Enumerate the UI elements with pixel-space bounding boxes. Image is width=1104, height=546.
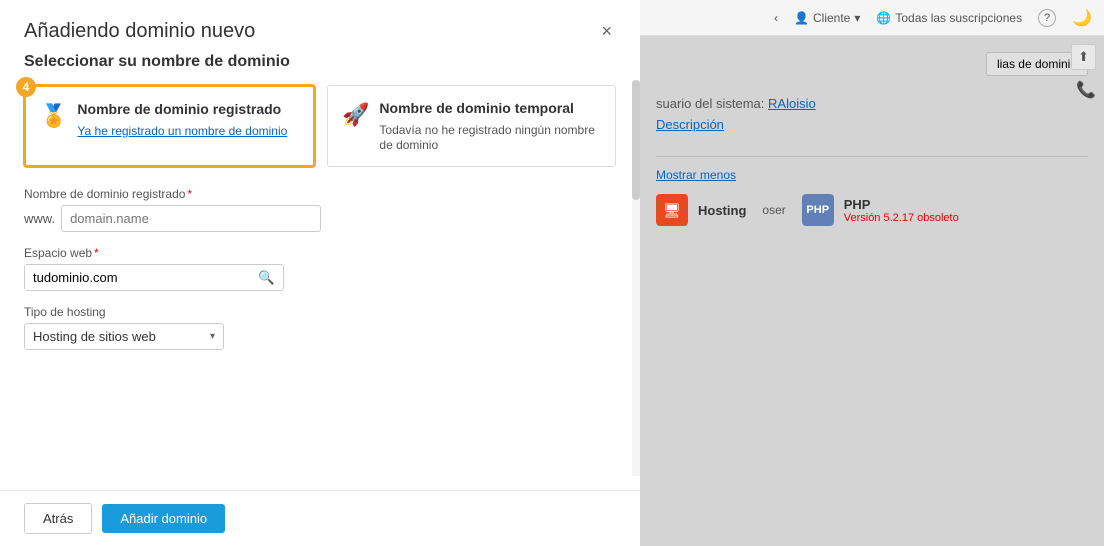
modal-title: Añadiendo dominio nuevo — [24, 20, 255, 43]
search-icon: 🔍 — [258, 270, 275, 285]
webspace-input[interactable] — [25, 265, 250, 290]
globe-icon: 🌐 — [876, 11, 891, 25]
info-section: suario del sistema: RAloisio Descripción — [656, 88, 1088, 146]
phone-icon[interactable]: 📞 — [1076, 80, 1096, 100]
description-row: Descripción — [656, 117, 1088, 132]
option-temp-title: Nombre de dominio temporal — [379, 100, 601, 116]
php-icon: PHP — [802, 194, 834, 226]
option-registered[interactable]: 4 🏅 Nombre de dominio registrado Ya he r… — [24, 85, 315, 167]
hosting-label: Hosting — [698, 203, 746, 218]
top-bar: ‹ 👤 Cliente ▾ 🌐 Todas las suscripciones … — [640, 0, 1104, 36]
system-user-label: suario del sistema: — [656, 96, 768, 111]
hosting-type-label: Tipo de hosting — [24, 305, 616, 319]
php-version: Versión 5.2.17 obsoleto — [844, 212, 959, 224]
php-label: PHP — [844, 197, 959, 212]
section-title: Seleccionar su nombre de dominio — [24, 53, 616, 71]
hosting-type-field-group: Tipo de hosting Hosting de sitios web ▾ — [24, 305, 616, 350]
hosting-icon: 🖥 — [656, 194, 688, 226]
show-less-button[interactable]: Mostrar menos — [656, 168, 736, 182]
domain-name-field-group: Nombre de dominio registrado* www. — [24, 187, 616, 232]
domain-input[interactable] — [61, 205, 321, 232]
php-card-content: PHP Versión 5.2.17 obsoleto — [844, 197, 959, 224]
domain-prefix: www. — [24, 211, 55, 226]
cards-row: 🖥 Hosting oser PHP PHP Versión 5.2.17 ob… — [656, 194, 1088, 226]
domain-options: 4 🏅 Nombre de dominio registrado Ya he r… — [24, 85, 616, 167]
hosting-type-dropdown[interactable]: Hosting de sitios web ▾ — [24, 323, 224, 350]
chevron-left-icon: ‹ — [774, 11, 778, 25]
domain-field-label: Nombre de dominio registrado* — [24, 187, 616, 201]
modal-header: Añadiendo dominio nuevo × — [0, 0, 640, 53]
right-content: lias de dominio suario del sistema: RAlo… — [640, 36, 1104, 546]
option-registered-title: Nombre de dominio registrado — [77, 101, 287, 117]
option-temp-content: Nombre de dominio temporal Todavía no he… — [379, 100, 601, 152]
modal-body: Seleccionar su nombre de dominio 4 🏅 Nom… — [0, 53, 640, 490]
subscriptions-menu[interactable]: 🌐 Todas las suscripciones — [876, 11, 1022, 25]
hosting-card[interactable]: 🖥 Hosting — [656, 194, 746, 226]
option-temp-inner: 🚀 Nombre de dominio temporal Todavía no … — [342, 100, 601, 152]
webspace-field-group: Espacio web* 🔍 — [24, 246, 616, 291]
option-temp-desc: Todavía no he registrado ningún nombre d… — [379, 123, 594, 152]
system-user-row: suario del sistema: RAloisio — [656, 96, 1088, 111]
help-button[interactable]: ? — [1038, 9, 1056, 27]
step-number: 4 — [16, 77, 36, 97]
composer-item: oser — [762, 194, 785, 226]
domain-input-row: www. — [24, 205, 616, 232]
scroll-thumb[interactable] — [632, 80, 640, 200]
php-card[interactable]: PHP PHP Versión 5.2.17 obsoleto — [802, 194, 959, 226]
description-link[interactable]: Descripción — [656, 117, 724, 132]
profile-icon: 🌙 — [1072, 8, 1092, 28]
option-registered-inner: 🏅 Nombre de dominio registrado Ya he reg… — [40, 101, 299, 138]
system-user-value[interactable]: RAloisio — [768, 96, 816, 111]
domain-alias-row: lias de dominio — [656, 52, 1088, 76]
divider — [656, 156, 1088, 157]
hosting-logo-icon: 🖥 — [663, 202, 681, 219]
option-registered-desc[interactable]: Ya he registrado un nombre de dominio — [77, 124, 287, 138]
chevron-down-icon: ▾ — [210, 331, 215, 342]
export-button[interactable]: ⬆ — [1071, 44, 1096, 70]
option-temp[interactable]: 🚀 Nombre de dominio temporal Todavía no … — [327, 85, 616, 167]
option-registered-content: Nombre de dominio registrado Ya he regis… — [77, 101, 287, 138]
right-panel: ‹ 👤 Cliente ▾ 🌐 Todas las suscripciones … — [640, 0, 1104, 546]
close-button[interactable]: × — [597, 20, 616, 42]
nav-back[interactable]: ‹ — [774, 11, 778, 25]
back-button[interactable]: Atrás — [24, 503, 92, 534]
webspace-search-button[interactable]: 🔍 — [250, 266, 283, 290]
add-domain-button[interactable]: Añadir dominio — [102, 504, 225, 533]
user-profile[interactable]: 🌙 — [1072, 8, 1092, 28]
webspace-field-label: Espacio web* — [24, 246, 616, 260]
hosting-type-value: Hosting de sitios web — [33, 329, 156, 344]
help-icon: ? — [1038, 9, 1056, 27]
user-icon: 👤 — [794, 11, 809, 25]
temp-domain-icon: 🚀 — [342, 102, 369, 128]
hosting-card-content: Hosting — [698, 203, 746, 218]
composer-label: oser — [762, 203, 785, 217]
scroll-indicator — [632, 80, 640, 476]
client-menu[interactable]: 👤 Cliente ▾ — [794, 11, 860, 25]
modal-panel: Añadiendo dominio nuevo × Seleccionar su… — [0, 0, 640, 546]
webspace-input-wrapper: 🔍 — [24, 264, 284, 291]
registered-domain-icon: 🏅 — [40, 103, 67, 129]
chevron-down-icon: ▾ — [854, 11, 860, 25]
modal-footer: Atrás Añadir dominio — [0, 490, 640, 546]
export-icon: ⬆ — [1078, 49, 1089, 64]
